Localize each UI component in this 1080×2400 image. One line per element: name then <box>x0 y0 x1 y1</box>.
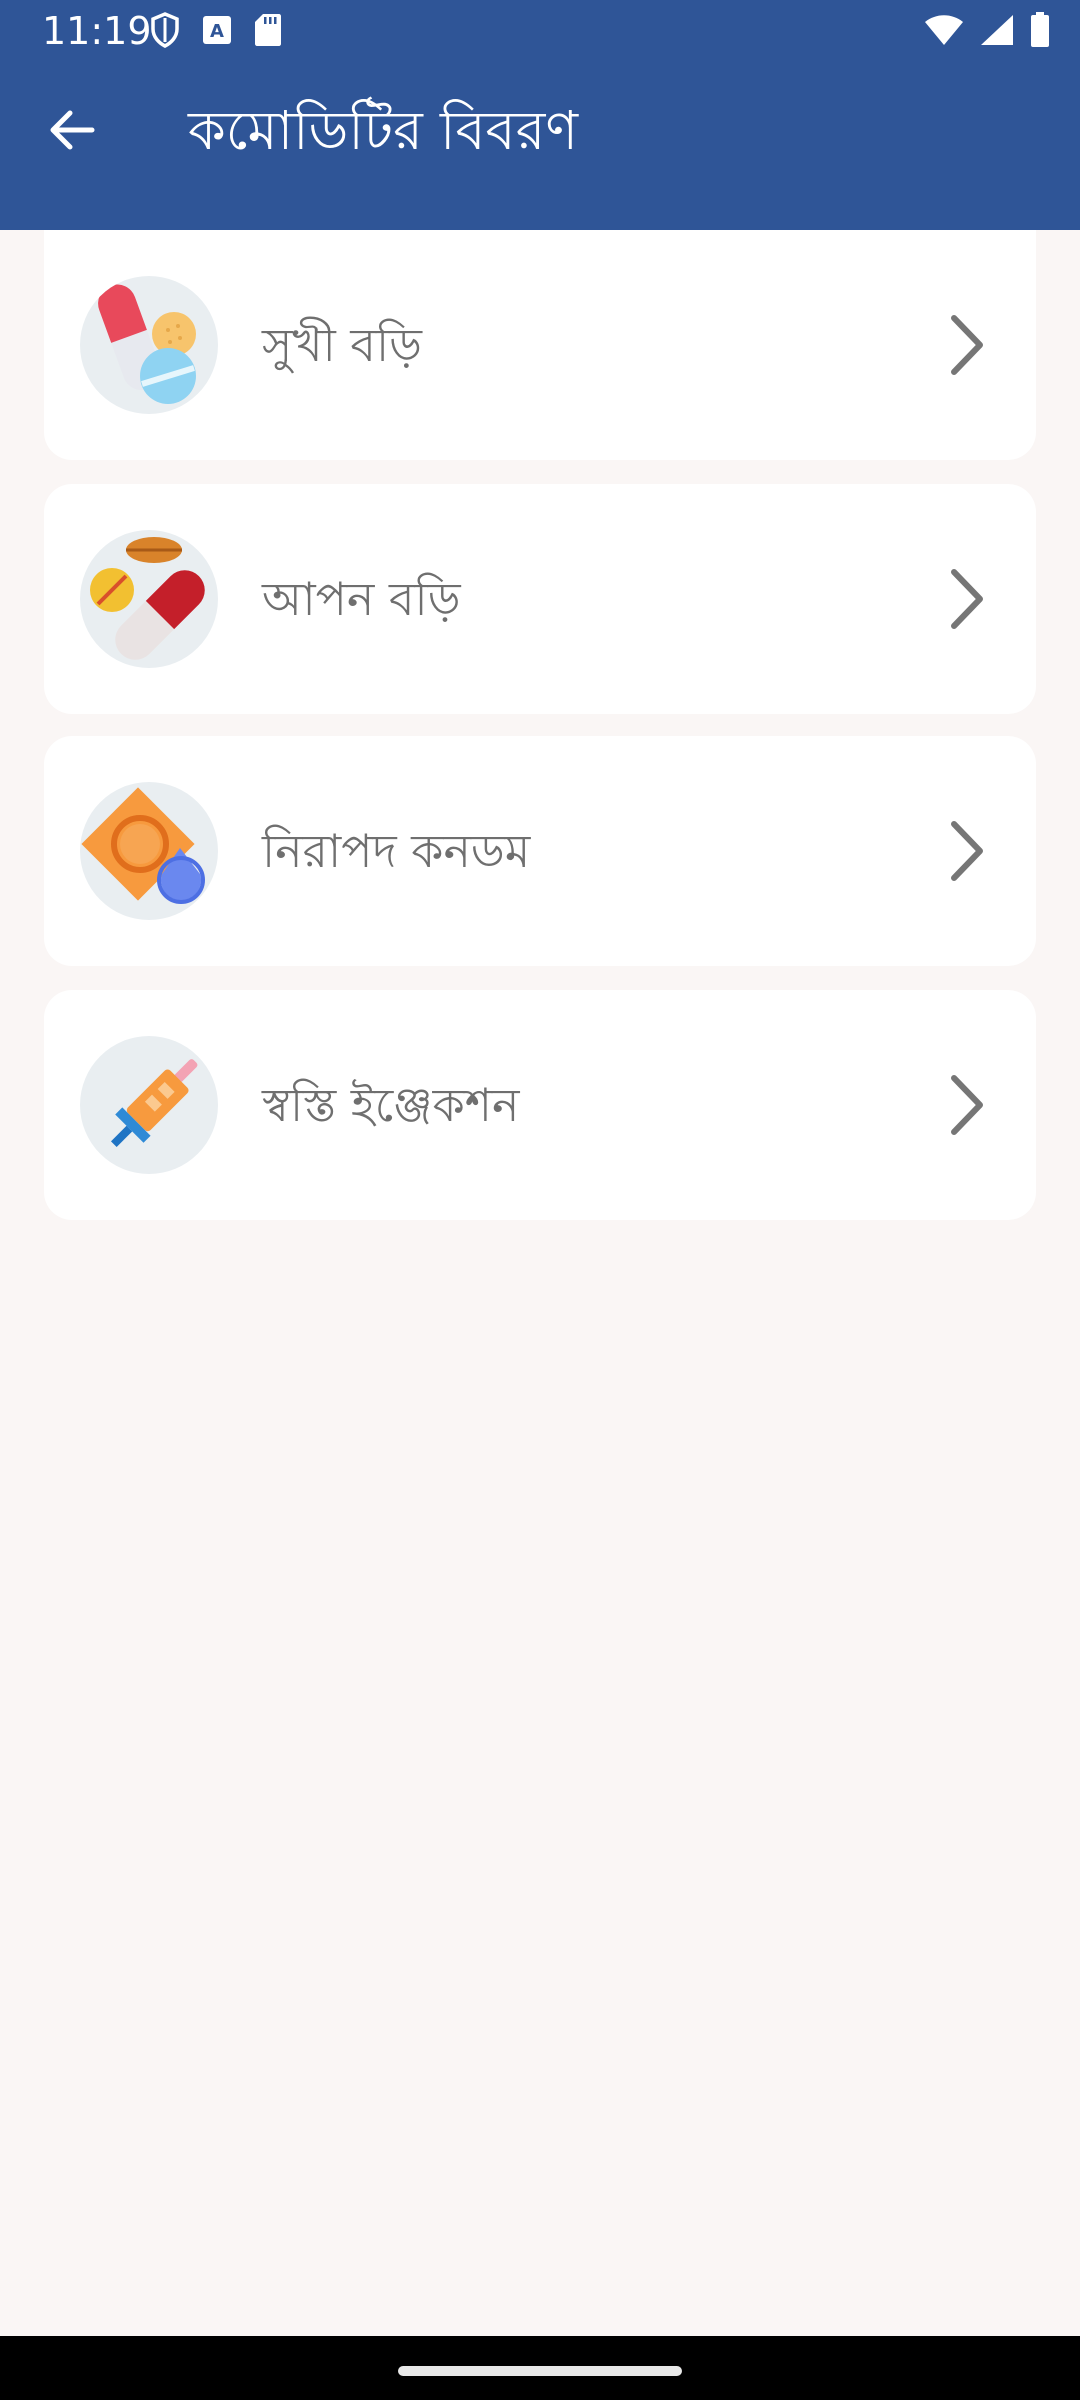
pills-icon <box>80 276 218 414</box>
text-a-icon: A <box>202 15 232 49</box>
arrow-left-icon <box>48 108 96 156</box>
chevron-right-icon <box>936 1072 996 1138</box>
condom-icon <box>80 782 218 920</box>
back-button[interactable] <box>36 96 108 168</box>
commodity-label: আপন বড়ি <box>262 572 461 626</box>
commodity-label: সুখী বড়ি <box>262 318 422 372</box>
commodity-label: স্বস্তি ইঞ্জেকশন <box>262 1078 520 1132</box>
list-item-apon-bori[interactable]: আপন বড়ি <box>44 484 1036 714</box>
list-item-sukhi-bori[interactable]: সুখী বড়ি <box>44 230 1036 460</box>
status-right-icons <box>924 12 1050 52</box>
status-time: 11:19 <box>42 9 152 53</box>
wifi-icon <box>924 14 964 50</box>
app-bar: 11:19 A কমোডিটির বিবরণ <box>0 0 1080 230</box>
commodity-label: নিরাপদ কনডম <box>262 824 531 878</box>
chevron-right-icon <box>936 312 996 378</box>
shield-icon <box>150 12 180 52</box>
injection-icon <box>80 1036 218 1174</box>
pills-capsule-icon <box>80 530 218 668</box>
svg-text:A: A <box>210 21 224 42</box>
list-item-swasti-injection[interactable]: স্বস্তি ইঞ্জেকশন <box>44 990 1036 1220</box>
screen: 11:19 A কমোডিটির বিবরণ সুখী বড়ি আপন বড়… <box>0 0 1080 2400</box>
sd-card-icon <box>254 13 282 51</box>
signal-icon <box>980 14 1014 50</box>
list-item-nirapod-condom[interactable]: নিরাপদ কনডম <box>44 736 1036 966</box>
battery-icon <box>1030 12 1050 52</box>
chevron-right-icon <box>936 818 996 884</box>
page-title: কমোডিটির বিবরণ <box>188 99 578 162</box>
status-left-icons: A <box>150 12 282 52</box>
chevron-right-icon <box>936 566 996 632</box>
home-indicator[interactable] <box>398 2366 682 2376</box>
